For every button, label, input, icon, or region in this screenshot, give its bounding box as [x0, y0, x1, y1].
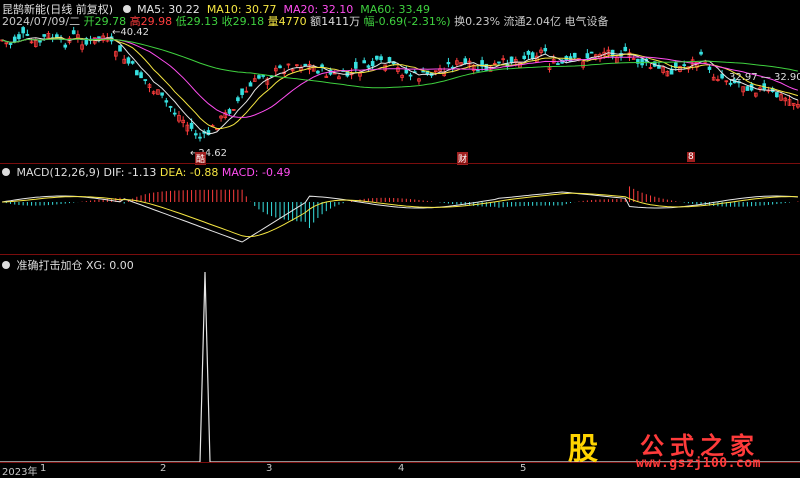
candle-body [446, 62, 451, 65]
candle-body [421, 70, 425, 73]
candle-body [261, 75, 265, 77]
candle-body [25, 34, 30, 36]
candle-body [728, 82, 733, 85]
right-price-labels: 32.97 — 32.90 [729, 72, 800, 83]
candle-body [168, 106, 173, 108]
candle-body [370, 61, 375, 67]
panel-divider [0, 254, 800, 255]
candle-body [379, 56, 383, 61]
candle-body [303, 63, 308, 67]
candle-body [585, 53, 590, 59]
candle-body [172, 112, 177, 115]
candle-body [126, 57, 131, 64]
candle-body [387, 57, 392, 63]
candle-body [143, 79, 148, 81]
ma5-line [1, 36, 799, 135]
candle-body [193, 133, 198, 136]
candle-body [707, 66, 712, 70]
candle-body [682, 64, 687, 67]
candle-body [227, 109, 232, 114]
menu-circle-icon[interactable] [2, 168, 10, 176]
candle-body [543, 48, 548, 52]
macd-chart[interactable] [0, 176, 800, 254]
candle-body [42, 34, 47, 37]
candle-body [522, 55, 527, 59]
candle-body [164, 100, 169, 103]
candle-body [139, 72, 143, 79]
candle-body [362, 60, 367, 64]
candle-body [375, 55, 379, 60]
candle-body [526, 51, 531, 55]
candle-body [404, 69, 409, 74]
candle-body [198, 136, 202, 139]
candle-body [236, 97, 240, 102]
right-price-dash: — [760, 72, 771, 83]
x-axis-month-3: 3 [266, 463, 273, 474]
x-axis-month-2: 2 [160, 463, 167, 474]
high-price-marker: ←40.42 [112, 27, 149, 38]
panel-divider [0, 163, 800, 164]
right-price-1: 32.97 [729, 72, 758, 83]
candle-body [745, 86, 750, 91]
candle-body [720, 73, 724, 79]
candle-body [699, 51, 703, 55]
candle-body [463, 58, 468, 65]
candle-body [509, 56, 514, 64]
candle-body [572, 52, 577, 58]
candle-body [775, 92, 779, 98]
candle-body [623, 46, 628, 52]
candle-body [366, 65, 371, 68]
candle-body [320, 64, 324, 68]
candle-body [160, 92, 164, 96]
candle-body [640, 58, 644, 66]
watermark-logo: 股 [568, 432, 598, 467]
right-price-2: 32.90 [774, 72, 800, 83]
candle-body [97, 36, 101, 39]
candle-body [189, 122, 194, 129]
menu-circle-icon[interactable] [122, 5, 131, 13]
candle-body [12, 36, 17, 43]
candle-body [71, 30, 76, 35]
candlestick-chart[interactable] [0, 26, 800, 162]
dea-line [2, 192, 798, 238]
candle-body [408, 74, 413, 77]
x-axis-month-5: 5 [520, 463, 527, 474]
candle-body [257, 75, 261, 79]
candle-body [316, 70, 320, 74]
candle-body [248, 82, 253, 87]
candle-body [240, 88, 244, 95]
candle-body [8, 43, 13, 45]
candle-body [497, 61, 501, 64]
candle-body [130, 61, 135, 64]
candle-body [135, 70, 139, 76]
candle-body [21, 27, 25, 34]
candle-body [63, 44, 68, 48]
candle-body [556, 63, 560, 65]
x-axis-month-4: 4 [398, 463, 405, 474]
event-marker-3[interactable]: 8 [687, 152, 695, 162]
candle-body [530, 52, 535, 60]
candle-body [589, 51, 594, 54]
candle-body [353, 61, 358, 69]
high-marker-value: 40.42 [120, 27, 150, 38]
candle-body [278, 65, 282, 69]
candle-body [17, 34, 21, 40]
x-axis-month-1: 1 [40, 463, 47, 474]
candle-body [118, 45, 122, 52]
watermark-site: www.gszj100.com [636, 456, 761, 471]
